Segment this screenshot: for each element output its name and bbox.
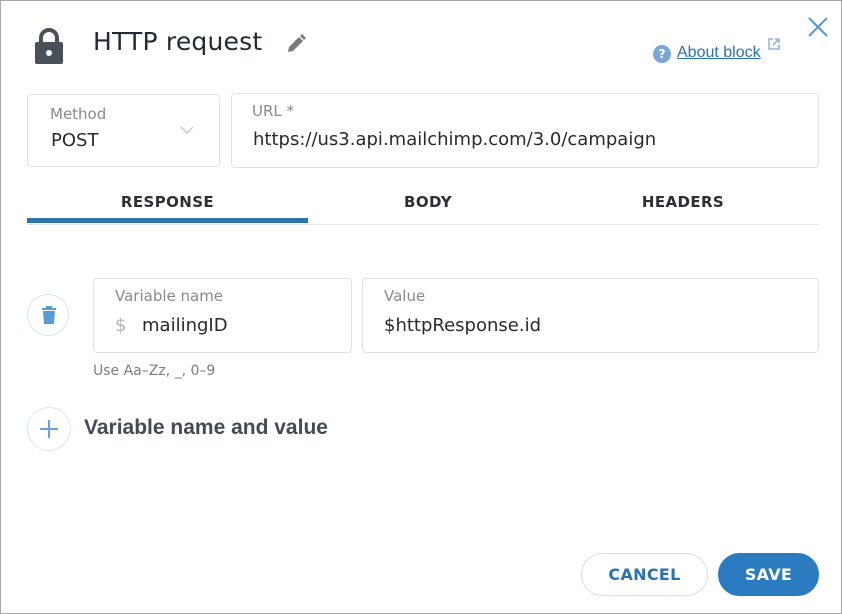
variable-value-field[interactable]: Value $httpResponse.id: [362, 278, 819, 353]
variable-name-field[interactable]: Variable name $ mailingID: [93, 278, 352, 353]
add-variable-label[interactable]: Variable name and value: [84, 416, 328, 440]
variable-name-hint: Use Aa–Zz, _, 0–9: [93, 363, 216, 379]
external-link-icon: [768, 38, 780, 50]
delete-variable-button[interactable]: [27, 294, 69, 336]
tab-bar: RESPONSE BODY HEADERS: [27, 187, 819, 225]
cancel-button[interactable]: CANCEL: [581, 553, 708, 596]
tab-response[interactable]: RESPONSE: [27, 193, 308, 211]
method-value: POST: [51, 130, 99, 151]
active-tab-indicator: [27, 218, 308, 223]
dialog-title: HTTP request: [93, 27, 263, 56]
add-variable-button[interactable]: [27, 407, 71, 451]
tab-headers[interactable]: HEADERS: [558, 193, 808, 211]
save-button[interactable]: SAVE: [718, 553, 819, 596]
close-icon[interactable]: [807, 16, 829, 38]
method-label: Method: [50, 105, 107, 123]
lock-icon: [35, 28, 63, 64]
chevron-down-icon: [180, 126, 194, 135]
variable-value-label: Value: [384, 287, 426, 305]
url-field[interactable]: URL * https://us3.api.mailchimp.com/3.0/…: [231, 93, 819, 168]
variable-value-input[interactable]: $httpResponse.id: [384, 315, 541, 336]
about-block-link[interactable]: About block: [677, 44, 761, 62]
http-request-dialog: HTTP request ? About block Method POST U…: [0, 0, 842, 614]
method-select[interactable]: Method POST: [27, 94, 220, 167]
url-input[interactable]: https://us3.api.mailchimp.com/3.0/campai…: [253, 129, 656, 150]
dollar-prefix: $: [115, 315, 127, 336]
url-label: URL *: [252, 102, 295, 120]
help-icon: ?: [653, 45, 671, 63]
variable-name-input[interactable]: mailingID: [142, 315, 228, 336]
edit-title-icon[interactable]: [286, 34, 306, 54]
tab-body[interactable]: BODY: [308, 193, 548, 211]
variable-name-label: Variable name: [115, 287, 224, 305]
trash-icon: [42, 306, 56, 324]
plus-icon: [40, 420, 58, 438]
